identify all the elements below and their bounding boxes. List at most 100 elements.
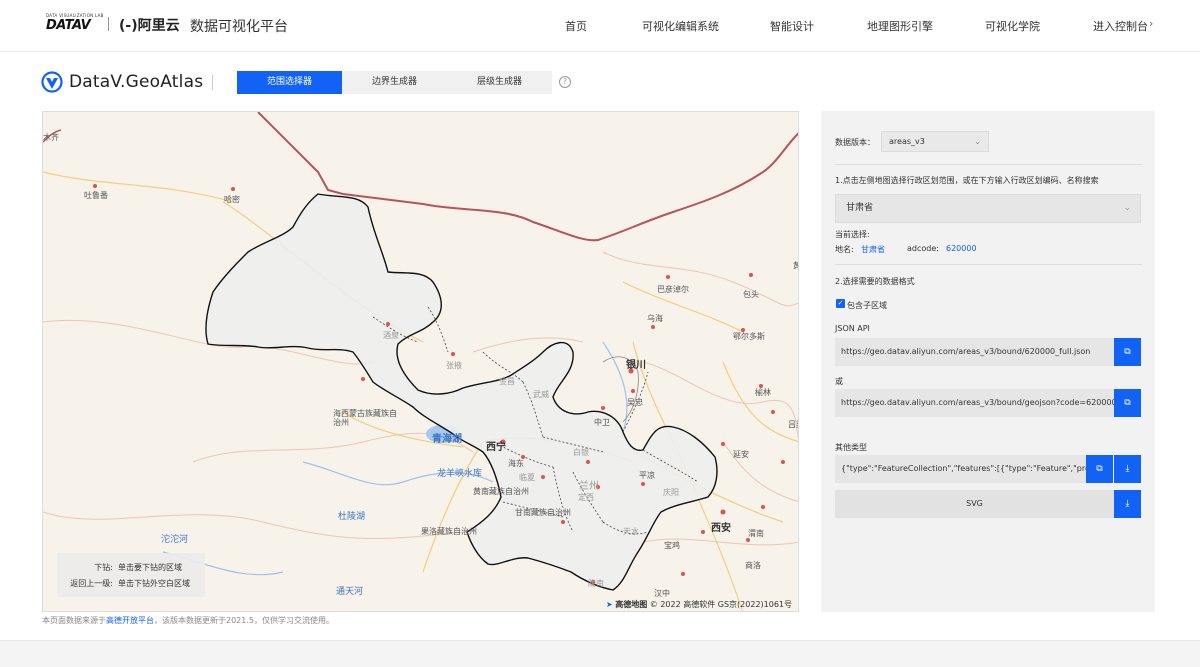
map-label-haixi: 海西蒙古族藏族自治州 xyxy=(333,409,397,427)
download-icon: ⤓ xyxy=(1125,499,1130,509)
aliyun-logo[interactable]: (-)阿里云 xyxy=(119,15,180,35)
copy-geojson-button[interactable]: ⧉ xyxy=(1114,389,1141,417)
map-canvas[interactable]: 木齐 吐鲁番 哈密 巴彦淖尔 包头 黄 乌海 鄂尔多斯 银川 榆林 吴忠 中卫 … xyxy=(42,111,799,612)
map-label-yanan: 延安 xyxy=(733,450,749,459)
help-icon[interactable]: ? xyxy=(559,76,571,88)
map-label-qinghai-lake: 青海湖 xyxy=(432,434,462,445)
version-label: 数据版本： xyxy=(835,138,875,147)
map-label-wuhai2: 黄 xyxy=(793,260,798,271)
amap-open-platform-link[interactable]: 高德开放平台 xyxy=(106,616,154,625)
map-label-tuotuo: 沱沱河 xyxy=(161,535,189,545)
json-api-label: JSON API xyxy=(835,324,870,333)
datav-logo-text: DATAV xyxy=(46,18,91,33)
map-label-wuwei: 武威 xyxy=(533,390,549,399)
nav-smart-design[interactable]: 智能设计 xyxy=(770,18,814,34)
map-label-baotou: 包头 xyxy=(743,290,759,299)
page-footer-band xyxy=(0,640,1200,667)
place-name-label: 地名: xyxy=(835,245,854,254)
tab-level-generator[interactable]: 层级生成器 xyxy=(447,71,552,94)
map-label-tongtian: 通天河 xyxy=(336,587,364,597)
logo-divider xyxy=(108,17,109,31)
map-label-yinchuan: 银川 xyxy=(626,360,646,371)
map-label-jinchang: 金昌 xyxy=(499,377,515,386)
download-icon: ⤓ xyxy=(1125,464,1130,474)
tab-range-selector[interactable]: 范围选择器 xyxy=(237,71,342,94)
legend-drill-key: 下钻: xyxy=(94,563,113,572)
platform-title: 数据可视化平台 xyxy=(190,19,288,35)
datav-logo[interactable]: DATA VISUALIZATION LAB DATAV xyxy=(46,13,103,33)
copy-json-api-button[interactable]: ⧉ xyxy=(1114,338,1141,366)
legend-back-key: 返回上一级: xyxy=(70,579,113,588)
map-label-longyangxia: 龙羊峡水库 xyxy=(437,469,483,479)
include-children-label: 包含子区域 xyxy=(847,301,887,310)
map-label-pingliang: 平凉 xyxy=(639,471,655,480)
drilldown-legend: 下钻: 单击要下钻的区域 返回上一级: 单击下钻外空白区域 xyxy=(57,553,205,597)
map-label-urumqi: 木齐 xyxy=(43,133,59,142)
map-label-hanzhong: 汉中 xyxy=(654,589,670,598)
map-label-zhongwei: 中卫 xyxy=(594,418,610,427)
map-label-shangluo: 商洛 xyxy=(745,561,761,570)
chevron-down-icon: ⌄ xyxy=(1123,203,1131,213)
data-source-note: 本页面数据来源于高德开放平台，该版本数据更新于2021.5，仅供学习交流使用。 xyxy=(42,615,334,626)
other-types-label: 其他类型 xyxy=(835,443,867,452)
step1-instruction: 1.点击左侧地图选择行政区划范围，或在下方输入行政区划编码、名称搜索 xyxy=(835,176,1099,185)
adcode-label: adcode: xyxy=(907,244,939,253)
geoatlas-logo-icon xyxy=(41,71,63,93)
amap-arrow-icon: ➤ xyxy=(606,600,613,609)
map-label-jiuquan: 酒泉 xyxy=(383,331,399,340)
map-label-hami: 哈密 xyxy=(224,195,240,204)
geojson-url-field[interactable]: https://geo.datav.aliyun.com/areas_v3/bo… xyxy=(835,389,1114,417)
copy-icon: ⧉ xyxy=(1124,398,1131,408)
chevron-right-icon: › xyxy=(1149,17,1154,30)
map-label-zhangye: 张掖 xyxy=(446,361,462,370)
map-label-weinan: 渭南 xyxy=(748,529,764,538)
version-select[interactable]: areas_v3 ⌄ xyxy=(881,131,989,152)
include-children-checkbox[interactable]: ✓ xyxy=(836,299,845,308)
copy-icon: ⧉ xyxy=(1124,347,1131,357)
nav-visual-editor[interactable]: 可视化编辑系统 xyxy=(642,18,719,34)
map-svg[interactable] xyxy=(43,112,799,612)
map-label-lanzhou: 兰州 xyxy=(579,481,599,492)
footnote-suffix: ，该版本数据更新于2021.5，仅供学习交流使用。 xyxy=(154,616,334,625)
download-svg-button[interactable]: ⤓ xyxy=(1114,490,1141,518)
tab-boundary-generator[interactable]: 边界生成器 xyxy=(342,71,447,94)
nav-console[interactable]: 进入控制台 xyxy=(1093,18,1148,34)
legend-drill-value: 单击要下钻的区域 xyxy=(118,563,182,572)
copy-geojson-content-button[interactable]: ⧉ xyxy=(1086,455,1113,483)
copy-icon: ⧉ xyxy=(1096,464,1103,474)
region-select-value: 甘肃省 xyxy=(846,203,874,213)
download-geojson-button[interactable]: ⤓ xyxy=(1114,455,1141,483)
place-name-value: 甘肃省 xyxy=(861,245,885,254)
json-api-url-field[interactable]: https://geo.datav.aliyun.com/areas_v3/bo… xyxy=(835,338,1114,366)
chevron-down-icon: ⌄ xyxy=(974,137,981,146)
nav-home[interactable]: 首页 xyxy=(565,18,587,34)
nav-academy[interactable]: 可视化学院 xyxy=(985,18,1040,34)
map-label-haidong: 海东 xyxy=(508,459,524,468)
map-attribution: ➤ 高德地图 © 2022 高德软件 GS京(2022)1061号 xyxy=(606,599,792,610)
map-label-linxia: 临夏 xyxy=(519,473,535,482)
amap-brand[interactable]: 高德地图 xyxy=(615,600,647,609)
top-navbar: DATA VISUALIZATION LAB DATAV (-)阿里云 数据可视… xyxy=(0,0,1200,52)
map-label-turpan: 吐鲁番 xyxy=(84,191,108,200)
step2-instruction: 2.选择需要的数据格式 xyxy=(835,277,915,286)
tool-tabs: 范围选择器 边界生成器 层级生成器 xyxy=(237,71,552,94)
map-label-baoji: 宝鸡 xyxy=(664,541,680,550)
current-selection-label: 当前选择: xyxy=(835,230,870,239)
map-label-wuzhong: 吴忠 xyxy=(627,398,643,407)
map-label-ordos: 鄂尔多斯 xyxy=(733,332,765,341)
map-label-gannan: 甘南藏族自治州 xyxy=(515,508,571,517)
map-label-xian: 西安 xyxy=(711,523,731,534)
geojson-content-field[interactable]: {"type":"FeatureCollection","features":[… xyxy=(835,455,1086,483)
map-label-bayannur: 巴彦淖尔 xyxy=(657,285,689,294)
version-select-value: areas_v3 xyxy=(889,137,925,146)
map-label-lvliang: 吕梁 xyxy=(788,420,798,429)
map-label-baiyin: 白银 xyxy=(573,448,589,457)
region-select[interactable]: 甘肃省 ⌄ xyxy=(835,194,1141,223)
title-divider xyxy=(212,75,213,90)
adcode-value: 620000 xyxy=(946,244,977,253)
map-label-tianshui: 天水 xyxy=(623,527,639,536)
map-label-huangnan: 黄南藏族自治州 xyxy=(473,487,529,496)
nav-geo-engine[interactable]: 地理图形引擎 xyxy=(867,18,933,34)
svg-format-field[interactable]: SVG xyxy=(835,490,1114,518)
legend-back-value: 单击下钻外空白区域 xyxy=(118,579,190,588)
